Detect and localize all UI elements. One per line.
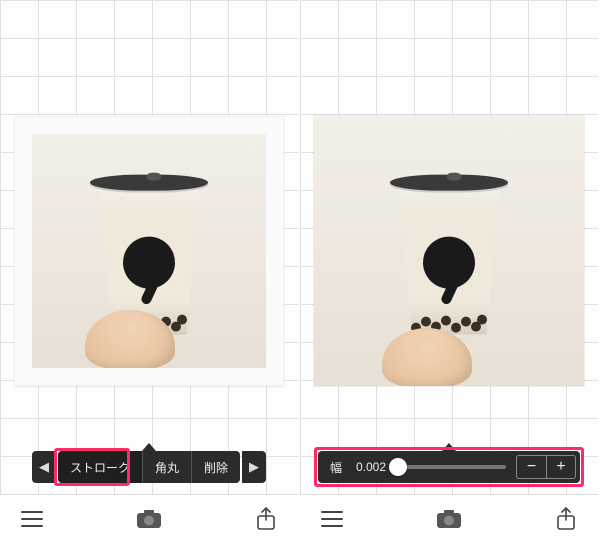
bottom-bar	[0, 494, 298, 542]
chevron-right-icon: ▶	[249, 459, 259, 475]
bottom-bar	[300, 494, 598, 542]
camera-icon	[436, 509, 462, 529]
menu-icon	[21, 510, 43, 528]
chevron-left-icon: ◀	[39, 459, 49, 475]
segmented-item-label: 角丸	[155, 459, 179, 476]
segmented-next-button[interactable]: ▶	[242, 451, 266, 483]
canvas-area[interactable]	[0, 0, 298, 440]
photo	[32, 134, 266, 368]
share-button[interactable]	[552, 505, 580, 533]
menu-button[interactable]	[318, 505, 346, 533]
slider-wrap: 幅 0.002 − +	[318, 451, 580, 483]
slider-track[interactable]	[396, 465, 506, 469]
stepper-plus-button[interactable]: +	[546, 455, 576, 479]
width-slider-bar: 幅 0.002 − +	[318, 451, 580, 483]
phone-right: 幅 0.002 − +	[300, 0, 600, 542]
stepper-minus-button[interactable]: −	[516, 455, 546, 479]
share-button[interactable]	[252, 505, 280, 533]
segmented-control-wrap: ◀ ストローク 角丸 削除 ▶	[30, 451, 268, 483]
canvas-area[interactable]	[300, 0, 598, 440]
camera-button[interactable]	[135, 505, 163, 533]
slider-value: 0.002	[350, 460, 392, 474]
segmented-item-stroke[interactable]: ストローク	[58, 451, 143, 483]
phone-left: ◀ ストローク 角丸 削除 ▶	[0, 0, 300, 542]
slider-label: 幅	[322, 459, 350, 476]
popover-pointer-icon	[442, 443, 456, 451]
share-icon	[256, 507, 276, 531]
segmented-item-delete[interactable]: 削除	[192, 451, 240, 483]
minus-icon: −	[527, 458, 536, 476]
stepper: − +	[516, 455, 576, 479]
photo-frame-plain[interactable]	[314, 116, 584, 386]
segmented-item-label: ストローク	[70, 459, 130, 476]
menu-icon	[321, 510, 343, 528]
photo	[314, 116, 584, 386]
photo-frame-bordered[interactable]	[14, 116, 284, 386]
segmented-item-label: 削除	[204, 459, 228, 476]
share-icon	[556, 507, 576, 531]
slider-thumb[interactable]	[389, 458, 407, 476]
popover-pointer-icon	[142, 443, 156, 451]
slider-toolbar-row: 幅 0.002 − +	[300, 440, 598, 494]
segmented-control: ストローク 角丸 削除	[58, 451, 240, 483]
segmented-item-corner[interactable]: 角丸	[143, 451, 192, 483]
menu-button[interactable]	[18, 505, 46, 533]
segmented-toolbar-row: ◀ ストローク 角丸 削除 ▶	[0, 440, 298, 494]
camera-button[interactable]	[435, 505, 463, 533]
camera-icon	[136, 509, 162, 529]
plus-icon: +	[556, 458, 565, 476]
cup-illustration	[389, 174, 509, 344]
segmented-prev-button[interactable]: ◀	[32, 451, 56, 483]
